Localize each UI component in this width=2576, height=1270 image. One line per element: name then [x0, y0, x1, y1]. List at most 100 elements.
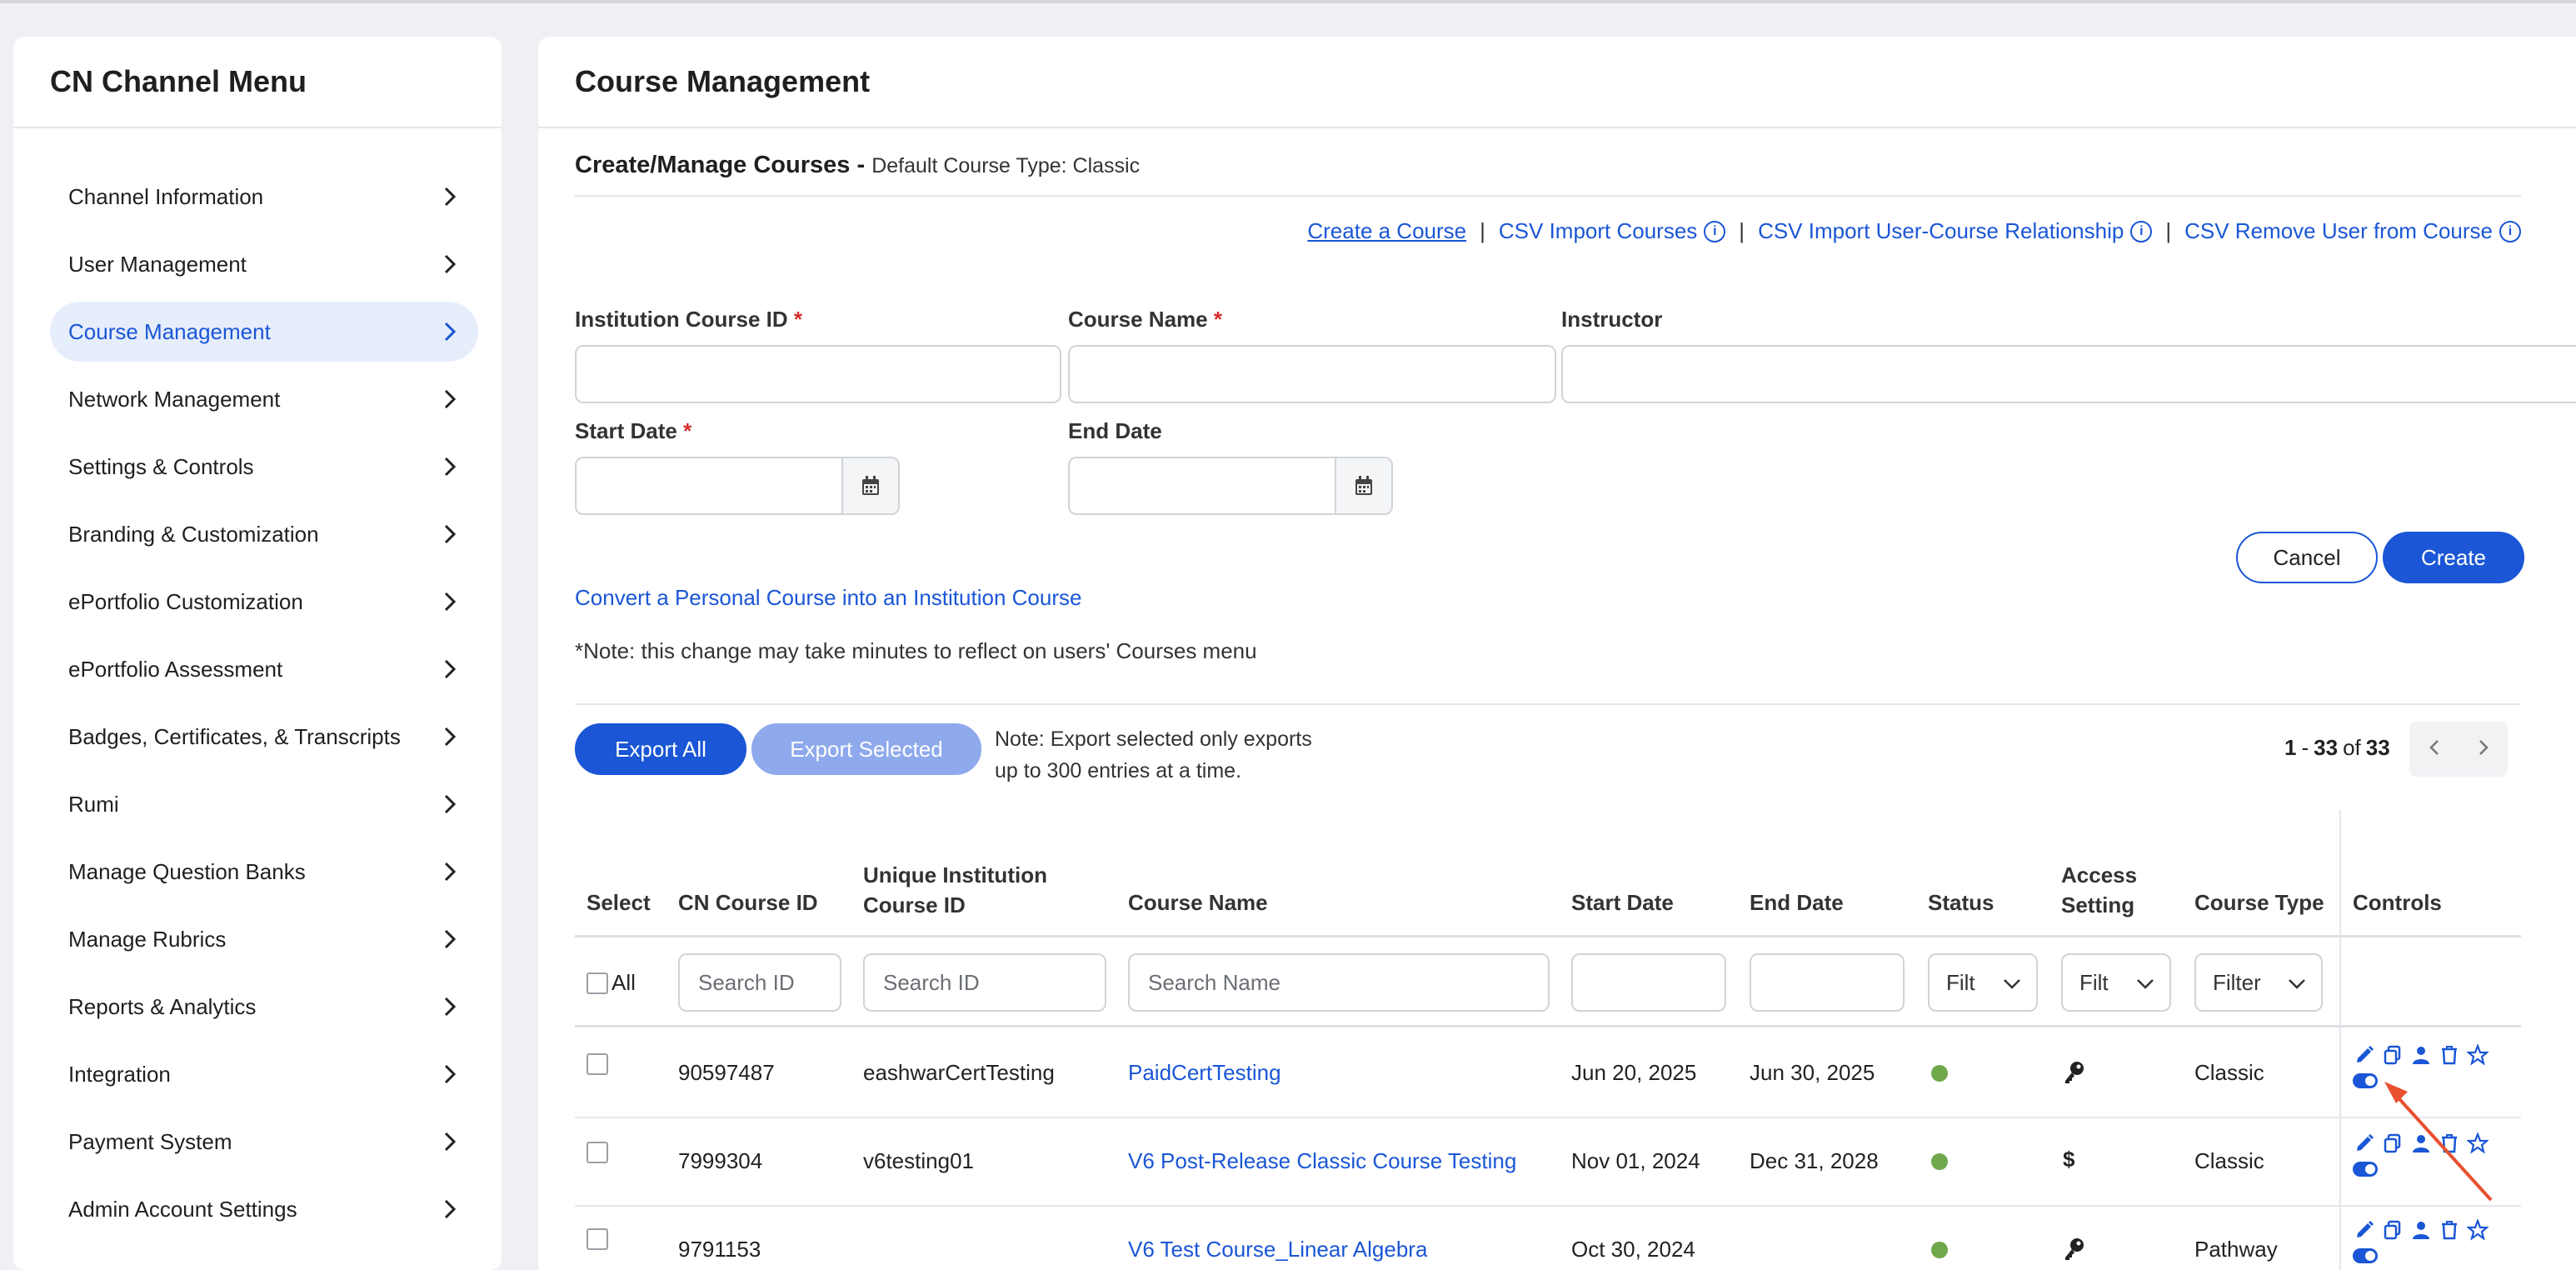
toggle-switch[interactable]	[2353, 1248, 2378, 1263]
courses-table: Select CN Course ID Unique Institution C…	[575, 810, 2521, 1270]
edit-icon[interactable]	[2353, 1218, 2376, 1242]
status-active-dot	[1931, 1242, 1948, 1258]
info-icon[interactable]: i	[1704, 220, 1726, 242]
sidebar-item-label: Reports & Analytics	[68, 993, 257, 1019]
export-selected-button[interactable]: Export Selected	[751, 723, 981, 775]
sidebar-item-admin-account-settings[interactable]: Admin Account Settings	[50, 1179, 478, 1239]
sidebar-item-label: Branding & Customization	[68, 521, 319, 547]
course-name-link[interactable]: V6 Test Course_Linear Algebra	[1128, 1237, 1427, 1262]
course-name-link[interactable]: PaidCertTesting	[1128, 1060, 1281, 1086]
table-row: 9791153 V6 Test Course_Linear Algebra Oc…	[575, 1207, 2521, 1270]
end-date-filter-input[interactable]	[1750, 953, 1905, 1012]
sidebar-item-channel-information[interactable]: Channel Information	[50, 167, 478, 227]
status-active-dot	[1931, 1065, 1948, 1082]
annotation-arrow-icon	[2384, 1082, 2493, 1202]
status-filter-dropdown[interactable]: Filt	[1928, 953, 2038, 1012]
label-text: Start Date	[575, 418, 677, 443]
filter-label: Filt	[2079, 969, 2109, 995]
start-date: Oct 30, 2024	[1571, 1237, 1695, 1262]
export-note-line: Note: Export selected only exports	[995, 728, 1312, 751]
filter-label: Filter	[2213, 969, 2261, 995]
filter-divider	[575, 1025, 2521, 1028]
sidebar-item-label: Payment System	[68, 1128, 232, 1154]
key-icon	[2063, 1237, 2086, 1266]
row-checkbox[interactable]	[587, 1142, 608, 1163]
convert-personal-course-link[interactable]: Convert a Personal Course into an Instit…	[575, 585, 1081, 611]
chevron-down-icon	[2136, 970, 2154, 996]
start-date: Jun 20, 2025	[1571, 1060, 1697, 1085]
pagination-controls	[2409, 722, 2508, 777]
sidebar-item-course-management[interactable]: Course Management	[50, 302, 478, 362]
chevron-right-icon	[438, 658, 462, 681]
sidebar-item-reports-analytics[interactable]: Reports & Analytics	[50, 977, 478, 1037]
sidebar-item-label: Manage Question Banks	[68, 858, 306, 884]
sidebar-item-rumi[interactable]: Rumi	[50, 774, 478, 834]
search-cn-id-input[interactable]: Search ID	[678, 953, 841, 1012]
sidebar-item-branding-customization[interactable]: Branding & Customization	[50, 504, 478, 564]
chevron-right-icon	[438, 388, 462, 411]
create-course-link[interactable]: Create a Course	[1307, 218, 1466, 244]
window-top-border	[0, 0, 2576, 3]
end-date-input[interactable]	[1070, 458, 1335, 513]
sidebar-item-user-management[interactable]: User Management	[50, 234, 478, 294]
sidebar-item-manage-question-banks[interactable]: Manage Question Banks	[50, 842, 478, 902]
header-line: Course ID	[863, 892, 966, 918]
sidebar-item-network-management[interactable]: Network Management	[50, 369, 478, 429]
start-date-label: Start Date *	[575, 418, 691, 444]
sidebar-item-integration[interactable]: Integration	[50, 1044, 478, 1104]
chevron-right-icon	[438, 320, 462, 343]
next-page-button[interactable]	[2478, 738, 2489, 761]
header-unique-institution-id: Unique Institution Course ID	[863, 860, 1047, 920]
row-checkbox[interactable]	[587, 1228, 608, 1250]
sidebar-item-badges-certificates[interactable]: Badges, Certificates, & Transcripts	[50, 707, 478, 767]
course-name-link[interactable]: V6 Post-Release Classic Course Testing	[1128, 1148, 1516, 1174]
calendar-icon[interactable]	[841, 458, 898, 513]
page-title: Course Management	[538, 37, 2576, 128]
control-icons	[2353, 1218, 2489, 1242]
sidebar-item-settings-controls[interactable]: Settings & Controls	[50, 437, 478, 497]
csv-import-courses-link[interactable]: CSV Import Courses	[1499, 218, 1697, 244]
chevron-down-icon	[2003, 970, 2021, 996]
search-course-name-input[interactable]: Search Name	[1128, 953, 1550, 1012]
calendar-icon[interactable]	[1335, 458, 1391, 513]
info-icon[interactable]: i	[2499, 220, 2521, 242]
csv-import-relationship-link[interactable]: CSV Import User-Course Relationship	[1758, 218, 2124, 244]
star-icon[interactable]	[2466, 1218, 2489, 1242]
header-start-date: Start Date	[1571, 890, 1674, 915]
link-separator: |	[1480, 218, 1485, 243]
export-note-line: up to 300 entries at a time.	[995, 759, 1242, 782]
access-filter-dropdown[interactable]: Filt	[2061, 953, 2171, 1012]
type-filter-dropdown[interactable]: Filter	[2194, 953, 2323, 1012]
section-title: Create/Manage Courses -	[575, 152, 866, 178]
end-date: Jun 30, 2025	[1750, 1060, 1875, 1085]
sidebar-item-manage-rubrics[interactable]: Manage Rubrics	[50, 909, 478, 969]
chevron-right-icon	[438, 252, 462, 276]
user-icon[interactable]	[2409, 1218, 2433, 1242]
sidebar-item-label: ePortfolio Assessment	[68, 656, 283, 682]
start-date-filter-input[interactable]	[1571, 953, 1726, 1012]
sidebar-item-eportfolio-assessment[interactable]: ePortfolio Assessment	[50, 639, 478, 699]
sidebar-item-eportfolio-customization[interactable]: ePortfolio Customization	[50, 572, 478, 632]
institution-course-id-input[interactable]	[575, 345, 1061, 403]
info-icon[interactable]: i	[2130, 220, 2153, 242]
chevron-right-icon	[438, 522, 462, 546]
instructor-input[interactable]	[1561, 345, 2576, 403]
prev-page-button[interactable]	[2429, 738, 2440, 761]
course-actions-links: Create a Course | CSV Import Courses i |…	[1307, 218, 2521, 244]
trash-icon[interactable]	[2438, 1218, 2461, 1242]
sidebar-item-label: Channel Information	[68, 183, 264, 209]
export-all-button[interactable]: Export All	[575, 723, 746, 775]
select-all-checkbox[interactable]	[587, 972, 608, 994]
start-date-input[interactable]	[577, 458, 841, 513]
csv-remove-user-link[interactable]: CSV Remove User from Course	[2184, 218, 2493, 244]
create-button[interactable]: Create	[2383, 532, 2524, 583]
cancel-button[interactable]: Cancel	[2236, 532, 2378, 583]
end-date-picker	[1068, 457, 1393, 515]
sidebar-item-payment-system[interactable]: Payment System	[50, 1112, 478, 1172]
copy-icon[interactable]	[2381, 1218, 2404, 1242]
header-access-setting: Access Setting	[2061, 860, 2137, 920]
row-checkbox[interactable]	[587, 1053, 608, 1075]
select-all[interactable]: All	[587, 970, 636, 996]
course-name-input[interactable]	[1068, 345, 1556, 403]
search-unique-id-input[interactable]: Search ID	[863, 953, 1106, 1012]
